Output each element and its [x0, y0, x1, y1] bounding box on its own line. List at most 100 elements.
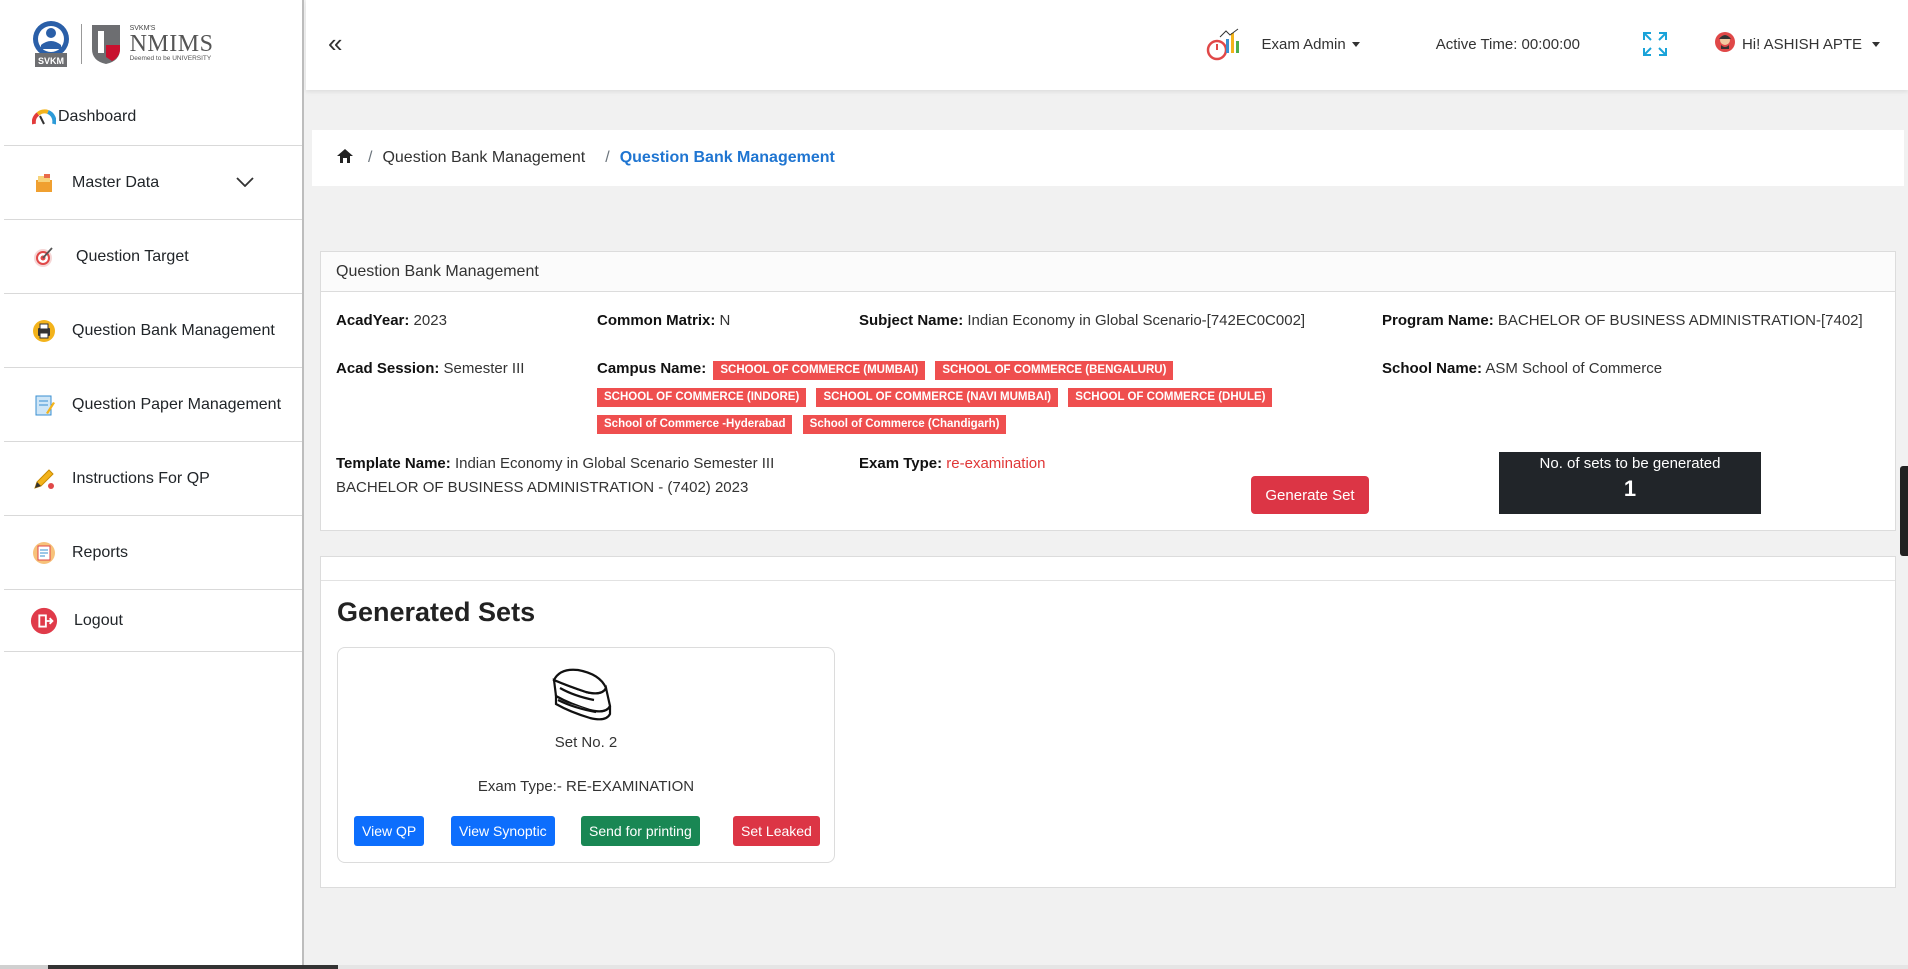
side-feedback-tab[interactable] [1900, 466, 1908, 556]
report-icon [30, 539, 58, 567]
breadcrumb-separator: / [368, 149, 373, 166]
school-value: ASM School of Commerce [1485, 360, 1663, 377]
sidebar-item-label: Question Target [76, 247, 189, 265]
sidebar-item-question-paper-management[interactable]: Question Paper Management [4, 368, 302, 442]
user-greeting: Hi! ASHISH APTE [1741, 35, 1862, 53]
common-matrix-field: Common Matrix: N [597, 309, 730, 333]
user-menu[interactable]: Hi! ASHISH APTE [1714, 31, 1880, 57]
school-field: School Name: ASM School of Commerce [1382, 357, 1662, 381]
role-dropdown[interactable]: Exam Admin [1262, 36, 1360, 53]
acad-year-field: AcadYear: 2023 [336, 309, 447, 333]
campus-tag: SCHOOL OF COMMERCE (NAVI MUMBAI) [816, 388, 1059, 407]
sidebar: SVKM SVKM'S NMIMS Deemed to be UNIVERSIT… [0, 0, 304, 969]
common-matrix-value: N [719, 312, 731, 329]
campus-tag: SCHOOL OF COMMERCE (INDORE) [597, 388, 807, 407]
caret-down-icon [1351, 41, 1360, 47]
home-icon[interactable] [336, 148, 354, 169]
sidebar-item-reports[interactable]: Reports [4, 516, 302, 590]
logo-divider [80, 24, 82, 64]
set-exam-type: Exam Type:- RE-EXAMINATION [477, 778, 695, 795]
collapse-sidebar-icon[interactable]: « [328, 28, 342, 59]
target-icon [30, 243, 58, 271]
sidebar-item-label: Instructions For QP [72, 469, 210, 487]
pencil-icon [30, 465, 58, 493]
scrollbar-track [338, 965, 1908, 969]
question-bank-info-card: Question Bank Management AcadYear: 2023 … [320, 251, 1896, 531]
chevron-down-icon[interactable] [236, 174, 254, 192]
breadcrumb-separator: / [605, 149, 610, 166]
logo-right-sub: Deemed to be UNIVERSITY [129, 55, 212, 63]
program-value: BACHELOR OF BUSINESS ADMINISTRATION-[740… [1497, 312, 1863, 329]
notepad-icon [30, 391, 58, 419]
sidebar-item-label: Dashboard [58, 107, 137, 125]
card-header: Question Bank Management [321, 252, 1895, 292]
card-divider [321, 557, 1895, 581]
sidebar-item-instructions-for-qp[interactable]: Instructions For QP [4, 442, 302, 516]
program-label: Program Name: [1382, 312, 1494, 329]
generated-sets-card: Generated Sets Set No. 2 Exam Type:- RE-… [320, 556, 1896, 888]
avatar [1714, 31, 1736, 57]
send-for-printing-button[interactable]: Send for printing [581, 816, 700, 846]
campus-tag: School of Commerce (Chandigarh) [802, 415, 1007, 434]
active-time: Active Time: 00:00:00 [1435, 35, 1580, 53]
campus-tag: School of Commerce -Hyderabad [597, 415, 793, 434]
common-matrix-label: Common Matrix: [597, 312, 716, 329]
campus-tag: SCHOOL OF COMMERCE (BENGALURU) [935, 361, 1174, 380]
template-value-line1: Indian Economy in Global Scenario Semest… [454, 455, 775, 472]
subject-value: Indian Economy in Global Scenario-[742EC… [967, 312, 1306, 329]
printer-icon [30, 317, 58, 345]
sidebar-item-logout[interactable]: Logout [4, 590, 302, 652]
sidebar-item-master-data[interactable]: Master Data [4, 146, 302, 220]
sidebar-item-label: Master Data [72, 173, 160, 191]
sidebar-item-label: Reports [72, 543, 129, 561]
acad-session-label: Acad Session: [336, 360, 440, 377]
logo-text: SVKM'S NMIMS Deemed to be UNIVERSITY [130, 25, 214, 63]
sidebar-item-question-target[interactable]: Question Target [4, 220, 302, 294]
set-number: Set No. 2 [554, 734, 618, 751]
sidebar-item-label: Logout [74, 611, 123, 629]
acad-session-field: Acad Session: Semester III [336, 357, 524, 381]
school-label: School Name: [1382, 360, 1483, 377]
sidebar-item-dashboard[interactable]: Dashboard [4, 88, 302, 146]
template-field: Template Name: Indian Economy in Global … [336, 452, 774, 500]
breadcrumb-item[interactable]: Question Bank Management [382, 149, 585, 167]
logo-right-text: NMIMS [129, 31, 214, 58]
paper-stack-icon [550, 666, 616, 733]
exam-type-label: Exam Type: [859, 455, 943, 472]
svkm-logo-icon: SVKM [32, 21, 69, 67]
exam-type-field: Exam Type: re-examination [859, 452, 1045, 476]
logout-icon [30, 607, 58, 635]
generate-set-button[interactable]: Generate Set [1251, 476, 1369, 514]
logo-left-text: SVKM [38, 56, 64, 66]
set-card: Set No. 2 Exam Type:- RE-EXAMINATION Vie… [337, 647, 835, 863]
program-field: Program Name: BACHELOR OF BUSINESS ADMIN… [1382, 309, 1863, 333]
sidebar-item-question-bank-management[interactable]: Question Bank Management [4, 294, 302, 368]
folder-icon [30, 169, 58, 197]
logo[interactable]: SVKM SVKM'S NMIMS Deemed to be UNIVERSIT… [0, 0, 302, 88]
fullscreen-icon[interactable] [1642, 31, 1668, 57]
subject-field: Subject Name: Indian Economy in Global S… [859, 309, 1305, 333]
exam-type-value: re-examination [946, 455, 1046, 472]
acad-session-value: Semester III [443, 360, 525, 377]
set-leaked-button[interactable]: Set Leaked [733, 816, 820, 846]
template-label: Template Name: [336, 455, 451, 472]
horizontal-scrollbar[interactable] [0, 965, 1908, 969]
speedometer-icon [30, 103, 58, 131]
sets-label: No. of sets to be generated [1539, 455, 1721, 472]
campus-tag: SCHOOL OF COMMERCE (DHULE) [1068, 388, 1273, 407]
campus-label: Campus Name: [597, 360, 707, 377]
nmims-shield-icon [91, 25, 120, 64]
acad-year-label: AcadYear: [336, 312, 410, 329]
role-label: Exam Admin [1261, 35, 1346, 53]
template-value-line2: BACHELOR OF BUSINESS ADMINISTRATION - (7… [336, 479, 749, 496]
sets-count: 1 [1623, 476, 1637, 501]
campus-field: Campus Name: SCHOOL OF COMMERCE (MUMBAI)… [597, 357, 1317, 438]
acad-year-value: 2023 [413, 312, 447, 329]
view-synoptic-button[interactable]: View Synoptic [451, 816, 555, 846]
sidebar-item-label: Question Bank Management [72, 321, 275, 339]
scrollbar-thumb[interactable] [48, 965, 338, 969]
sets-to-generate-box: No. of sets to be generated 1 [1499, 452, 1761, 514]
subject-label: Subject Name: [859, 312, 964, 329]
view-qp-button[interactable]: View QP [354, 816, 425, 846]
generated-sets-title: Generated Sets [337, 597, 536, 627]
